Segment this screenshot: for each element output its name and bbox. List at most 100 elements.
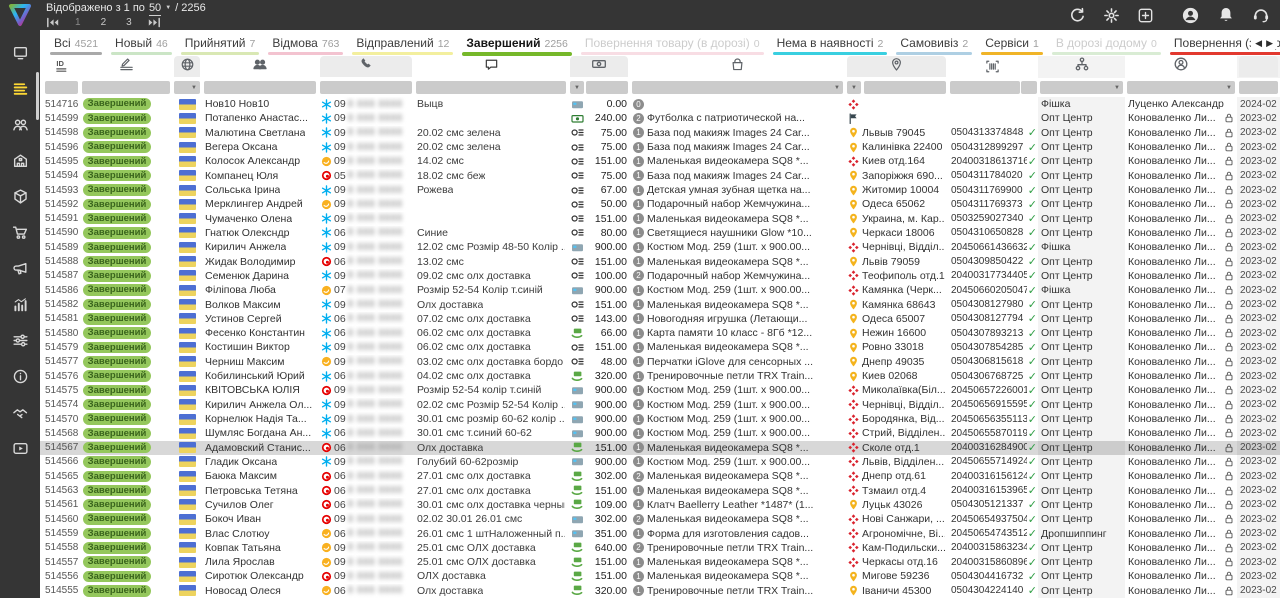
table-row[interactable]: 514556 Завершений Сиротюк Олександр 09 8… <box>40 569 1280 583</box>
sidebar-scrollbar[interactable] <box>36 72 39 120</box>
filter-input-city[interactable] <box>864 81 946 94</box>
tabs-scroll-right-icon[interactable]: ▶ <box>1266 38 1277 48</box>
table-row[interactable]: 514580 Завершений Фесенко Константин 06 … <box>40 326 1280 340</box>
tab-11[interactable]: В дорозі додому0 <box>1052 33 1161 56</box>
filter-input-status[interactable] <box>82 81 170 94</box>
filter-input-ttn[interactable] <box>950 81 1020 94</box>
table-row[interactable]: 514586 Завершений Філіпова Люба 07 8 888… <box>40 283 1280 297</box>
table-row[interactable]: 514590 Завершений Гнатюк Олексндр 06 8 8… <box>40 226 1280 240</box>
table-row[interactable]: 514587 Завершений Семенюк Дарина 09 8 88… <box>40 269 1280 283</box>
sidebar-item-partners[interactable] <box>0 397 40 433</box>
column-header-ttn[interactable] <box>948 56 1038 78</box>
table-row[interactable]: 514589 Завершений Кирилич Анжела 09 8 88… <box>40 240 1280 254</box>
last-page-icon[interactable] <box>148 16 161 29</box>
table-row[interactable]: 514582 Завершений Волков Максим 09 8 888… <box>40 297 1280 311</box>
column-header-status[interactable] <box>80 56 172 78</box>
tab-5[interactable]: Відправлений12 <box>352 33 453 56</box>
sidebar-item-dashboard[interactable] <box>0 37 40 73</box>
table-row[interactable]: 514588 Завершений Жидак Володимир 06 8 8… <box>40 254 1280 268</box>
table-row[interactable]: 514568 Завершений Шумляс Богдана Ан... 0… <box>40 426 1280 440</box>
table-row[interactable]: 514581 Завершений Устинов Сергей 06 8 88… <box>40 312 1280 326</box>
table-row[interactable]: 514565 Завершений Баюка Максим 06 8 888 … <box>40 469 1280 483</box>
filter-input-product[interactable]: ▼ <box>632 81 843 94</box>
filter-input-comment[interactable] <box>416 81 566 94</box>
table-row[interactable]: 514598 Завершений Малютина Светлана 09 8… <box>40 126 1280 140</box>
sidebar-item-orders[interactable] <box>0 73 40 109</box>
column-header-source[interactable] <box>1038 56 1125 78</box>
add-icon[interactable] <box>1137 7 1154 24</box>
table-row[interactable]: 514574 Завершений Кирилич Анжела Ол... 0… <box>40 398 1280 412</box>
filter-input-price[interactable] <box>586 81 628 94</box>
column-header-name[interactable] <box>202 56 318 78</box>
filter-input-source[interactable]: ▼ <box>1040 81 1123 94</box>
table-row[interactable]: 514566 Завершений Гладик Оксана 09 8 888… <box>40 455 1280 469</box>
table-row[interactable]: 514560 Завершений Бокоч Иван 09 8 888 88… <box>40 512 1280 526</box>
sidebar-item-settings[interactable] <box>0 325 40 361</box>
table-row[interactable]: 514599 Завершений Потапенко Анастас... 0… <box>40 111 1280 125</box>
chevron-down-icon[interactable]: ▼ <box>574 85 580 91</box>
table-row[interactable]: 514575 Завершений КВІТОВСЬКА ЮЛІЯ 09 8 8… <box>40 383 1280 397</box>
column-header-id[interactable]: ID <box>40 56 80 78</box>
filter-input-phone[interactable] <box>320 81 412 94</box>
sidebar-item-purchases[interactable] <box>0 217 40 253</box>
chevron-down-icon[interactable]: ▼ <box>1226 85 1232 91</box>
page-number-1[interactable]: 1 <box>75 16 81 29</box>
tab-7[interactable]: Повернення товару (в дорозі)0 <box>581 33 764 56</box>
sidebar-item-tutorials[interactable] <box>0 433 40 469</box>
column-header-flag[interactable] <box>172 56 202 78</box>
table-row[interactable]: 514570 Завершений Корнелюк Надія Та... 0… <box>40 412 1280 426</box>
filter-dropdown-price[interactable]: ▼ <box>570 81 584 94</box>
table-row[interactable]: 514579 Завершений Костишин Виктор 09 8 8… <box>40 340 1280 354</box>
filter-input-date[interactable] <box>1239 81 1278 94</box>
tab-8[interactable]: Нема в наявності2 <box>773 33 888 56</box>
table-row[interactable]: 514576 Завершений Кобилинський Юрий 06 8… <box>40 369 1280 383</box>
settings-icon[interactable] <box>1103 7 1120 24</box>
column-header-date[interactable] <box>1237 56 1280 78</box>
first-page-icon[interactable] <box>46 16 59 29</box>
table-row[interactable]: 514559 Завершений Влас Слотюу 06 8 888 8… <box>40 526 1280 540</box>
tab-9[interactable]: Самовивіз2 <box>896 33 972 56</box>
page-number-3[interactable]: 3 <box>126 16 132 29</box>
tabs-scroll-left-icon[interactable]: ◀ <box>1255 38 1266 48</box>
column-header-city[interactable] <box>845 56 948 78</box>
sidebar-item-company[interactable] <box>0 145 40 181</box>
table-row[interactable]: 514596 Завершений Вегера Оксана 09 8 888… <box>40 140 1280 154</box>
app-logo[interactable] <box>0 2 40 28</box>
column-header-product[interactable] <box>630 56 845 78</box>
table-row[interactable]: 514563 Завершений Петровська Тетяна 06 8… <box>40 483 1280 497</box>
tab-1[interactable]: Всі4521 <box>50 33 102 56</box>
table-row[interactable]: 514557 Завершений Лила Ярослав 09 8 888 … <box>40 555 1280 569</box>
filter-input-flag[interactable]: ▼ <box>174 81 200 94</box>
filter-input-name[interactable] <box>204 81 316 94</box>
filter-input-id[interactable] <box>45 81 78 94</box>
chevron-down-icon[interactable]: ▼ <box>851 85 857 91</box>
column-header-comment[interactable] <box>414 56 568 78</box>
table-row[interactable]: 514593 Завершений Сольська Ірина 09 8 88… <box>40 183 1280 197</box>
sidebar-item-info[interactable] <box>0 361 40 397</box>
tab-6[interactable]: Завершений2256 <box>462 33 571 56</box>
table-row[interactable]: 514567 Завершений Адамовский Станис... 0… <box>40 441 1280 455</box>
table-row[interactable]: 514592 Завершений Мерклингер Андрей 09 8… <box>40 197 1280 211</box>
per-page-select[interactable]: 50 <box>149 2 161 16</box>
notifications-icon[interactable] <box>1217 6 1235 24</box>
column-header-price[interactable] <box>568 56 630 78</box>
column-header-manager[interactable] <box>1125 56 1237 78</box>
sidebar-item-statistics[interactable] <box>0 289 40 325</box>
account-icon[interactable] <box>1181 6 1200 25</box>
chevron-down-icon[interactable]: ▼ <box>165 2 171 15</box>
filter-input-manager[interactable]: ▼ <box>1127 81 1235 94</box>
tab-2[interactable]: Новый46 <box>111 33 172 56</box>
table-row[interactable]: 514595 Завершений Колосок Александр 09 8… <box>40 154 1280 168</box>
filter-input-ttn-2[interactable] <box>1021 81 1037 94</box>
sidebar-item-marketing[interactable] <box>0 253 40 289</box>
tab-3[interactable]: Прийнятий7 <box>181 33 260 56</box>
table-row[interactable]: 514555 Завершений Новосад Олеся 06 8 888… <box>40 584 1280 598</box>
tab-4[interactable]: Відмова763 <box>268 33 343 56</box>
sidebar-item-clients[interactable] <box>0 109 40 145</box>
refresh-icon[interactable] <box>1069 7 1086 24</box>
table-row[interactable]: 514716 Завершений Нов10 Нов10 09 8 888 8… <box>40 97 1280 111</box>
chevron-down-icon[interactable]: ▼ <box>191 85 197 91</box>
page-number-2[interactable]: 2 <box>101 16 107 29</box>
support-icon[interactable] <box>1252 6 1270 24</box>
column-header-phone[interactable] <box>318 56 414 78</box>
